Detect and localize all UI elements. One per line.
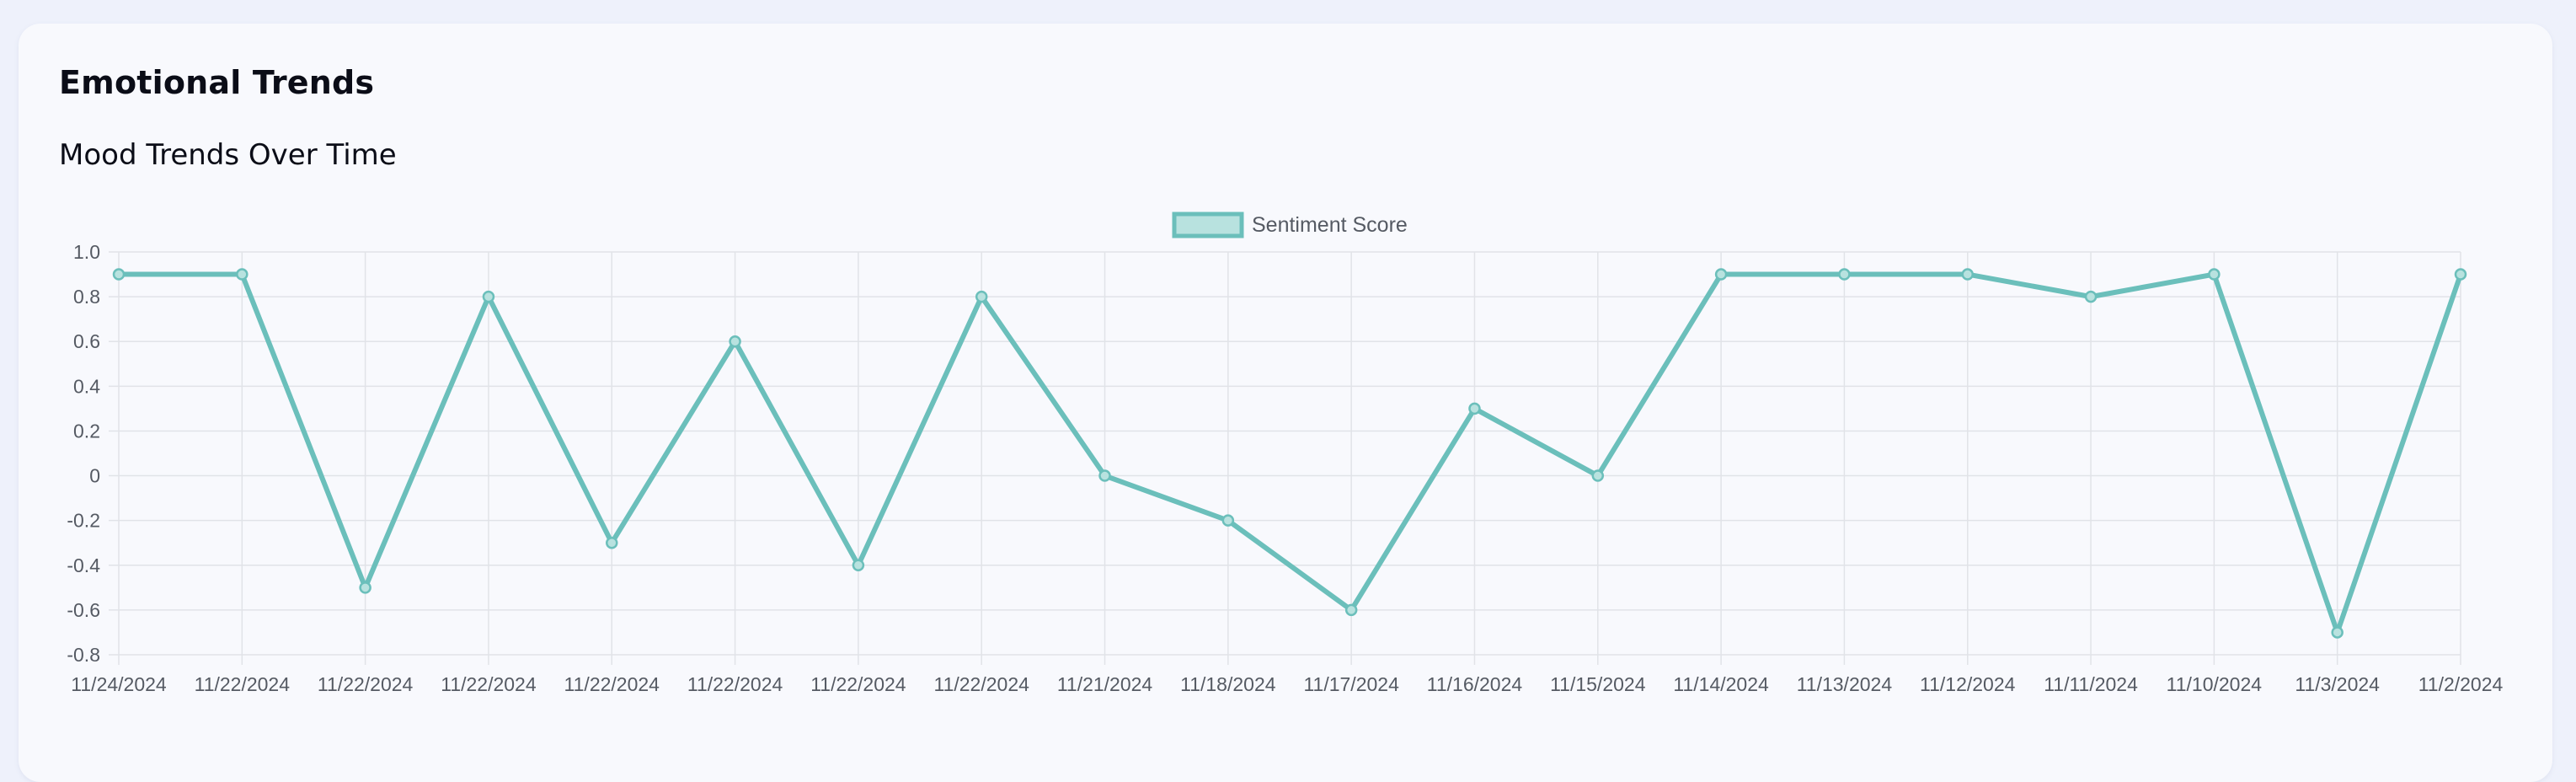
data-point [482,290,495,303]
y-axis-ticks: 1.0 0.8 0.6 0.4 0.2 0 -0.2 -0.4 -0.6 -0.8 [67,241,100,666]
y-tick-label: 1.0 [73,241,100,263]
y-tick-label: 0.2 [73,420,100,442]
y-tick-label: 0 [89,465,100,487]
data-point [2331,626,2344,639]
data-point [852,559,865,572]
data-point [606,536,618,549]
x-tick-label: 11/22/2024 [564,673,660,695]
x-tick-label: 11/22/2024 [687,673,783,695]
y-tick-label: -0.8 [67,644,100,666]
x-tick-label: 11/16/2024 [1427,673,1523,695]
x-tick-label: 11/22/2024 [441,673,537,695]
x-tick-label: 11/18/2024 [1180,673,1276,695]
x-tick-label: 11/22/2024 [318,673,414,695]
y-tick-label: 0.6 [73,330,100,352]
y-tick-label: -0.6 [67,599,100,621]
x-tick-label: 11/15/2024 [1550,673,1646,695]
x-tick-label: 11/22/2024 [195,673,291,695]
data-point [1221,514,1235,527]
data-point [975,290,988,303]
data-point [359,581,371,594]
data-point [2084,290,2098,303]
mood-trends-line-chart: Sentiment Score 1.0 0.8 0.6 0.4 0.2 0 -0.2 -0.4… [67,212,2504,695]
data-point [236,268,249,281]
x-tick-label: 11/24/2024 [71,673,167,695]
y-tick-label: -0.4 [67,554,100,576]
y-tick-label: 0.4 [73,375,100,397]
y-tick-label: -0.2 [67,510,100,532]
chart-series [112,268,2467,639]
x-tick-label: 11/12/2024 [1920,673,2016,695]
data-point [1961,268,1974,281]
x-axis-ticks: 11/24/2024 11/22/2024 11/22/2024 11/22/2024… [71,673,2503,695]
legend-swatch [1172,212,1244,238]
data-point [1591,469,1605,482]
y-tick-label: 0.8 [73,286,100,308]
x-tick-label: 11/11/2024 [2044,673,2138,695]
legend-label: Sentiment Score [1252,213,1408,237]
data-point [1468,402,1481,415]
x-tick-label: 11/21/2024 [1057,673,1153,695]
data-point [729,335,741,348]
data-point [1714,268,1728,281]
x-tick-label: 11/2/2024 [2418,673,2504,695]
data-point [1838,268,1851,281]
data-point [112,268,126,281]
data-point [1098,469,1111,482]
data-point [1344,603,1358,617]
chart-legend: Sentiment Score [1172,212,1408,238]
chart-grid [109,251,2461,665]
data-point [2208,268,2221,281]
x-tick-label: 11/10/2024 [2167,673,2263,695]
x-tick-label: 11/17/2024 [1303,673,1399,695]
x-tick-label: 11/3/2024 [2295,673,2380,695]
x-tick-label: 11/22/2024 [934,673,1030,695]
x-tick-label: 11/14/2024 [1673,673,1769,695]
x-tick-label: 11/22/2024 [810,673,906,695]
data-point [2454,268,2467,281]
series-line [116,271,2463,635]
x-tick-label: 11/13/2024 [1797,673,1893,695]
